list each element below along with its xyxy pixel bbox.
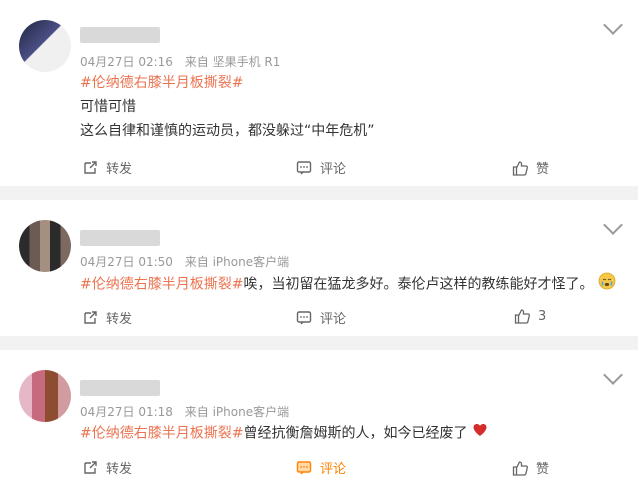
share-icon xyxy=(82,460,98,476)
share-icon xyxy=(82,160,98,176)
share-label: 转发 xyxy=(106,312,133,327)
comment-text: #伦纳德右膝半月板撕裂#唉，当初留在猛龙多好。泰伦卢这样的教练能好才怪了。 xyxy=(80,272,616,297)
comment-card: 04月27日 02:16 来自 坚果手机 R1 #伦纳德右膝半月板撕裂# 可惜可… xyxy=(0,0,638,186)
thumb-up-icon xyxy=(512,160,528,176)
action-bar: 转发 评论 赞 xyxy=(0,158,638,182)
comment-icon xyxy=(296,160,312,176)
source-label: 来自 iPhone客户端 xyxy=(184,255,290,269)
timestamp: 04月27日 01:18 xyxy=(80,405,173,419)
thumb-up-icon xyxy=(512,460,528,476)
chevron-down-icon[interactable] xyxy=(603,215,623,235)
like-button[interactable]: 3 xyxy=(514,308,546,324)
comment-button[interactable]: 评论 xyxy=(296,458,346,477)
share-button[interactable]: 转发 xyxy=(82,308,132,327)
comment-card: 04月27日 01:18 来自 iPhone客户端 #伦纳德右膝半月板撕裂#曾经… xyxy=(0,350,638,489)
like-label: 赞 xyxy=(536,162,550,177)
chevron-down-icon[interactable] xyxy=(603,15,623,35)
comment-line: 可惜可惜 xyxy=(80,99,136,115)
source-label: 来自 iPhone客户端 xyxy=(184,405,290,419)
comment-button[interactable]: 评论 xyxy=(296,158,346,177)
username-redacted[interactable] xyxy=(80,380,160,396)
comment-meta: 04月27日 02:16 来自 坚果手机 R1 xyxy=(80,53,280,70)
hashtag-link[interactable]: #伦纳德右膝半月板撕裂# xyxy=(80,426,243,442)
comment-icon xyxy=(296,310,312,326)
timestamp: 04月27日 02:16 xyxy=(80,55,173,69)
source-label: 来自 坚果手机 R1 xyxy=(184,55,281,69)
comment-text: #伦纳德右膝半月板撕裂#曾经抗衡詹姆斯的人，如今已经废了 xyxy=(80,422,488,445)
hashtag-link[interactable]: #伦纳德右膝半月板撕裂# xyxy=(80,75,243,91)
share-button[interactable]: 转发 xyxy=(82,158,132,177)
action-bar: 转发 评论 3 xyxy=(0,308,638,332)
comment-label: 评论 xyxy=(320,162,347,177)
comment-button[interactable]: 评论 xyxy=(296,308,346,327)
red-heart-emoji xyxy=(472,422,488,445)
share-icon xyxy=(82,310,98,326)
like-count: 3 xyxy=(538,308,547,324)
like-button[interactable]: 赞 xyxy=(512,158,549,177)
action-bar: 转发 评论 赞 xyxy=(0,458,638,482)
share-label: 转发 xyxy=(106,162,133,177)
username-redacted[interactable] xyxy=(80,27,160,43)
hashtag[interactable]: #伦纳德右膝半月板撕裂# xyxy=(80,72,243,94)
avatar[interactable] xyxy=(19,220,71,272)
comment-label: 评论 xyxy=(320,462,347,477)
comment-label: 评论 xyxy=(320,312,347,327)
share-button[interactable]: 转发 xyxy=(82,458,132,477)
comment-body: 唉，当初留在猛龙多好。泰伦卢这样的教练能好才怪了。 xyxy=(243,276,594,293)
thumb-up-icon xyxy=(514,308,530,324)
comment-meta: 04月27日 01:18 来自 iPhone客户端 xyxy=(80,403,289,420)
avatar[interactable] xyxy=(19,20,71,72)
like-button[interactable]: 赞 xyxy=(512,458,549,477)
share-label: 转发 xyxy=(106,462,133,477)
comment-meta: 04月27日 01:50 来自 iPhone客户端 xyxy=(80,253,289,270)
timestamp: 04月27日 01:50 xyxy=(80,255,173,269)
username-redacted[interactable] xyxy=(80,230,160,246)
comment-card: 04月27日 01:50 来自 iPhone客户端 #伦纳德右膝半月板撕裂#唉，… xyxy=(0,200,638,336)
hashtag-link[interactable]: #伦纳德右膝半月板撕裂# xyxy=(80,277,243,293)
crying-face-emoji xyxy=(598,272,616,297)
like-label: 赞 xyxy=(536,462,550,477)
chevron-down-icon[interactable] xyxy=(603,365,623,385)
comment-body: 曾经抗衡詹姆斯的人，如今已经废了 xyxy=(243,425,468,442)
avatar[interactable] xyxy=(19,370,71,422)
comment-icon xyxy=(296,460,312,476)
comment-line: 这么自律和谨慎的运动员，都没躲过“中年危机” xyxy=(80,123,375,139)
